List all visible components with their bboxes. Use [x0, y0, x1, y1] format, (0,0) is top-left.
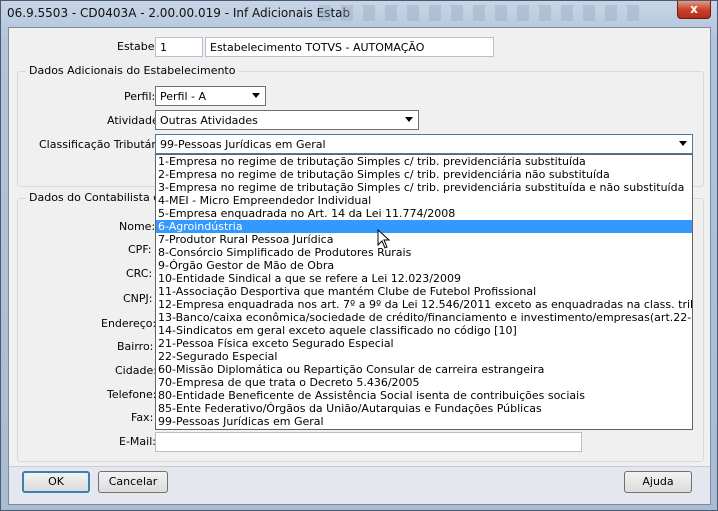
email-label: E-Mail:: [119, 435, 156, 448]
dropdown-option[interactable]: 8-Consórcio Simplificado de Produtores R…: [156, 246, 692, 259]
dropdown-option[interactable]: 2-Empresa no regime de tributação Simple…: [156, 168, 692, 181]
perfil-label: Perfil:: [124, 90, 156, 103]
background-toolbar-ghost: [319, 5, 649, 21]
contabilista-title: Dados do Contabilista do: [26, 191, 170, 204]
dropdown-option[interactable]: 10-Entidade Sindical a que se refere a L…: [156, 272, 692, 285]
atividade-selected-value: Outras Atividades: [160, 114, 258, 127]
dropdown-option[interactable]: 1-Empresa no regime de tributação Simple…: [156, 155, 692, 168]
dropdown-option[interactable]: 99-Pessoas Jurídicas em Geral: [156, 415, 692, 428]
cancel-button[interactable]: Cancelar: [98, 471, 168, 493]
dropdown-option[interactable]: 13-Banco/caixa econômica/sociedade de cr…: [156, 311, 692, 324]
crc-label: CRC:: [126, 267, 153, 280]
ok-button[interactable]: OK: [22, 471, 90, 493]
endereco-label: Endereço:: [101, 317, 157, 330]
estabel-code-field[interactable]: 1: [155, 37, 203, 57]
perfil-select[interactable]: Perfil - A: [155, 86, 266, 106]
classificacao-selected-value: 99-Pessoas Jurídicas em Geral: [160, 138, 326, 151]
chevron-down-icon: [252, 93, 260, 98]
perfil-selected-value: Perfil - A: [160, 90, 207, 103]
dropdown-option[interactable]: 9-Órgão Gestor de Mão de Obra: [156, 259, 692, 272]
telefone-label: Telefone:: [107, 388, 157, 401]
chevron-down-icon: [679, 141, 687, 146]
dropdown-option[interactable]: 12-Empresa enquadrada nos art. 7º a 9º d…: [156, 298, 692, 311]
dropdown-option[interactable]: 11-Associação Desportiva que mantém Club…: [156, 285, 692, 298]
dados-adicionais-title: Dados Adicionais do Estabelecimento: [26, 64, 239, 77]
estabel-name-field: Estabelecimento TOTVS - AUTOMAÇÃO: [205, 37, 494, 57]
dropdown-option[interactable]: 4-MEI - Micro Empreendedor Individual: [156, 194, 692, 207]
title-bar[interactable]: 06.9.5503 - CD0403A - 2.00.00.019 - Inf …: [1, 1, 717, 25]
dropdown-option[interactable]: 85-Ente Federativo/Órgãos da União/Autar…: [156, 402, 692, 415]
dropdown-option[interactable]: 7-Produtor Rural Pessoa Jurídica: [156, 233, 692, 246]
dropdown-option[interactable]: 14-Sindicatos em geral exceto aquele cla…: [156, 324, 692, 337]
help-button[interactable]: Ajuda: [624, 471, 692, 493]
classificacao-tributaria-select[interactable]: 99-Pessoas Jurídicas em Geral: [155, 134, 693, 154]
email-field[interactable]: [155, 432, 582, 452]
cpf-label: CPF:: [128, 243, 152, 256]
dropdown-option[interactable]: 70-Empresa de que trata o Decreto 5.436/…: [156, 376, 692, 389]
cidade-label: Cidade:: [115, 364, 157, 377]
bairro-label: Bairro:: [117, 340, 154, 353]
dropdown-option[interactable]: 5-Empresa enquadrada no Art. 14 da Lei 1…: [156, 207, 692, 220]
window-title: 06.9.5503 - CD0403A - 2.00.00.019 - Inf …: [7, 6, 351, 20]
dropdown-option[interactable]: 60-Missão Diplomática ou Repartição Cons…: [156, 363, 692, 376]
dropdown-option[interactable]: 21-Pessoa Física exceto Segurado Especia…: [156, 337, 692, 350]
atividade-select[interactable]: Outras Atividades: [155, 110, 419, 130]
fax-label: Fax:: [131, 411, 154, 424]
close-button[interactable]: x: [677, 1, 711, 19]
classificacao-dropdown-list[interactable]: 1-Empresa no regime de tributação Simple…: [155, 154, 693, 430]
dropdown-option[interactable]: 3-Empresa no regime de tributação Simple…: [156, 181, 692, 194]
dropdown-option[interactable]: 22-Segurado Especial: [156, 350, 692, 363]
chevron-down-icon: [405, 117, 413, 122]
cnpj-label: CNPJ:: [123, 292, 153, 305]
application-window: 06.9.5503 - CD0403A - 2.00.00.019 - Inf …: [0, 0, 718, 511]
dropdown-option[interactable]: 80-Entidade Beneficente de Assistência S…: [156, 389, 692, 402]
mouse-pointer-icon: [377, 229, 391, 249]
dropdown-option[interactable]: 6-Agroindústria: [156, 220, 692, 233]
nome-label: Nome:: [119, 220, 156, 233]
classificacao-label: Classificação Tributária:: [39, 138, 170, 151]
